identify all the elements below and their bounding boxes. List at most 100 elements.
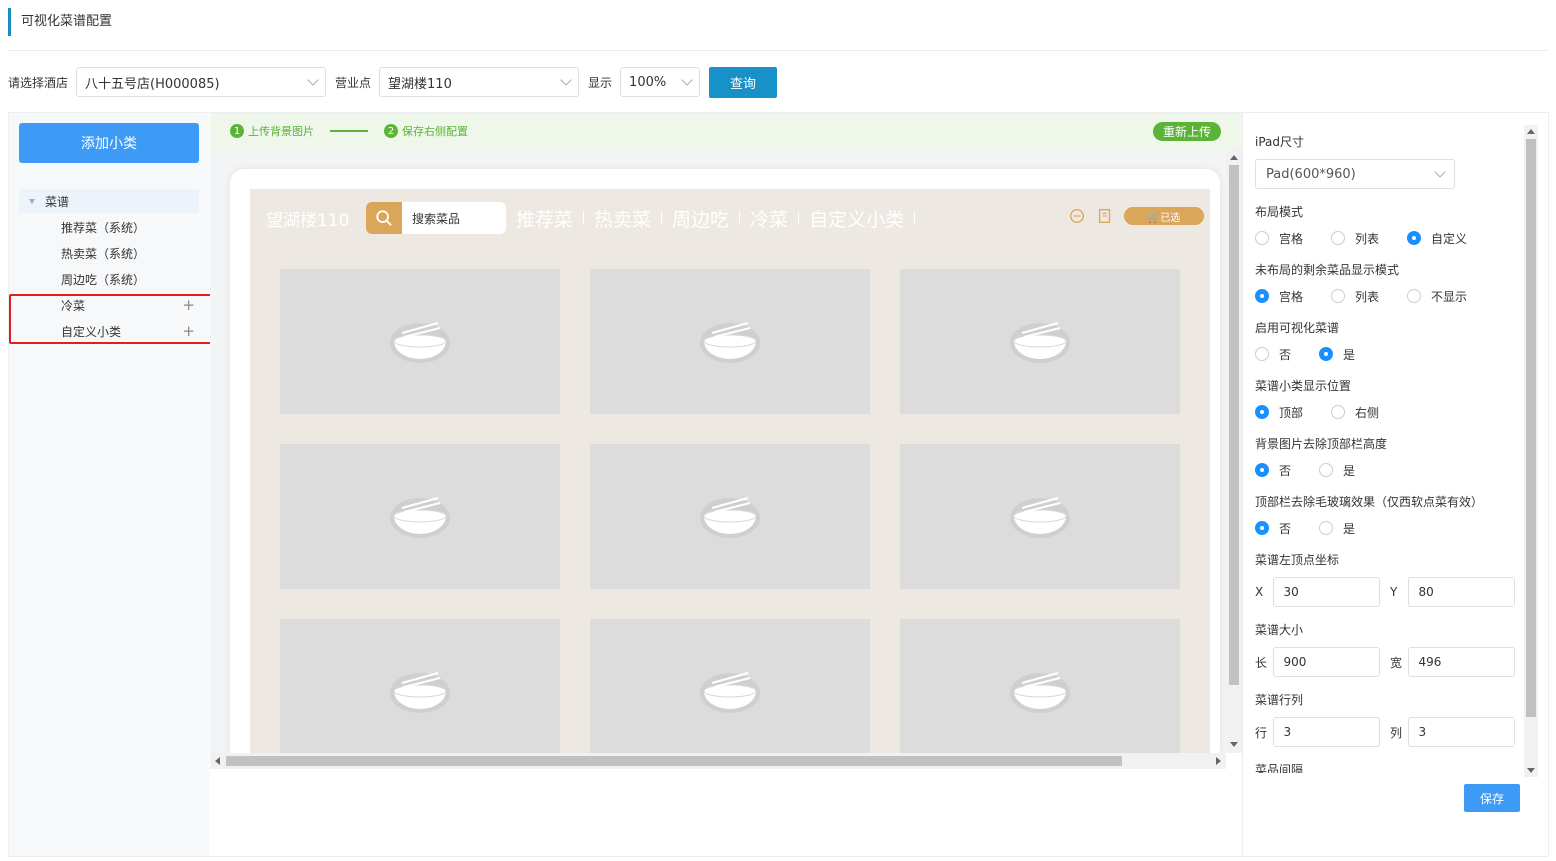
radio-dot[interactable] <box>1319 463 1334 477</box>
radio-no[interactable]: 否 <box>1255 346 1291 363</box>
radio-dot[interactable] <box>1319 521 1334 535</box>
dish-tile[interactable] <box>590 444 870 589</box>
main-frame: 添加小类 菜谱 推荐菜（系统） 热卖菜（系统） 周边吃（系统） 冷菜 + 自定义… <box>8 112 1549 857</box>
dish-tile[interactable] <box>590 269 870 414</box>
radio-yes[interactable]: 是 <box>1319 346 1355 363</box>
row-input[interactable]: 3 <box>1272 717 1380 747</box>
preview-category: 自定义小类 <box>809 208 905 231</box>
ipad-frame: 望湖楼110 搜索菜品 推荐菜 热卖菜 周边吃 冷菜 自定义小类 🛒已选 <box>230 169 1220 753</box>
radio-dot[interactable] <box>1407 231 1422 245</box>
step-label: 上传背景图片 <box>248 125 314 138</box>
bowl-icon <box>700 321 760 363</box>
radio-dot[interactable] <box>1319 347 1334 361</box>
radio-list[interactable]: 列表 <box>1331 230 1379 247</box>
radio-dot[interactable] <box>1255 463 1269 477</box>
scroll-down-arrow[interactable] <box>1527 768 1535 773</box>
radio-grid[interactable]: 宫格 <box>1255 288 1303 305</box>
preview-store-name: 望湖楼110 <box>266 210 350 231</box>
category-separator <box>914 212 916 224</box>
radio-dot[interactable] <box>1255 347 1269 361</box>
radio-dot[interactable] <box>1255 521 1269 535</box>
horizontal-scroll-thumb[interactable] <box>226 756 1122 766</box>
reupload-button[interactable]: 重新上传 <box>1152 122 1221 141</box>
radio-dot[interactable] <box>1255 405 1269 419</box>
config-scroll-thumb[interactable] <box>1526 139 1536 717</box>
preview-categories: 推荐菜 热卖菜 周边吃 冷菜 自定义小类 <box>516 205 925 232</box>
radio-no[interactable]: 否 <box>1255 462 1291 479</box>
save-button[interactable]: 保存 <box>1464 784 1520 812</box>
steps-bar: 1 上传背景图片 2 保存右侧配置 重新上传 <box>210 113 1242 149</box>
radio-dot[interactable] <box>1331 289 1346 303</box>
add-subcategory-button[interactable]: 添加小类 <box>19 123 199 163</box>
radio-yes[interactable]: 是 <box>1319 462 1355 479</box>
radio-label: 是 <box>1343 463 1356 478</box>
remaining-mode-radios: 宫格 列表 不显示 <box>1255 287 1525 305</box>
tree-item-recommended[interactable]: 推荐菜（系统） <box>19 215 199 239</box>
length-input[interactable]: 900 <box>1272 647 1380 677</box>
scroll-down-arrow[interactable] <box>1230 742 1238 747</box>
width-input[interactable]: 496 <box>1407 647 1515 677</box>
hotel-select[interactable]: 八十五号店(H000085) <box>76 67 327 97</box>
step-number: 2 <box>384 124 398 138</box>
radio-label: 列表 <box>1355 289 1380 304</box>
order-list-icon <box>1098 209 1111 223</box>
header-divider <box>8 50 1548 51</box>
dish-tile[interactable] <box>900 619 1180 753</box>
radio-dot[interactable] <box>1331 405 1346 419</box>
x-input[interactable]: 30 <box>1272 577 1380 607</box>
col-input[interactable]: 3 <box>1407 717 1515 747</box>
radio-dot[interactable] <box>1407 289 1422 303</box>
scroll-up-arrow[interactable] <box>1230 155 1238 160</box>
row-label: 行 <box>1255 725 1268 740</box>
highlight-box <box>9 294 212 344</box>
radio-yes[interactable]: 是 <box>1319 520 1355 537</box>
dish-tile[interactable] <box>280 444 560 589</box>
caret-down-icon[interactable] <box>29 198 35 204</box>
enable-visual-label: 启用可视化菜谱 <box>1255 321 1340 335</box>
scroll-up-arrow[interactable] <box>1527 129 1535 134</box>
radio-label: 否 <box>1279 521 1292 536</box>
preview-category: 冷菜 <box>750 208 789 231</box>
radio-no[interactable]: 否 <box>1255 520 1291 537</box>
step-number: 1 <box>230 124 244 138</box>
radio-grid[interactable]: 宫格 <box>1255 230 1303 247</box>
radio-hide[interactable]: 不显示 <box>1407 288 1467 305</box>
preview-top-bar: 望湖楼110 搜索菜品 推荐菜 热卖菜 周边吃 冷菜 自定义小类 🛒已选 <box>250 201 1210 235</box>
query-button[interactable]: 查询 <box>709 66 778 98</box>
dish-tile[interactable] <box>900 444 1180 589</box>
radio-dot[interactable] <box>1255 231 1269 245</box>
radio-custom[interactable]: 自定义 <box>1407 230 1467 247</box>
dish-tile[interactable] <box>590 619 870 753</box>
display-select[interactable]: 100% <box>620 67 701 97</box>
horizontal-scrollbar[interactable] <box>210 753 1226 769</box>
spacing-label: 菜品间隔 <box>1255 763 1304 773</box>
radio-dot[interactable] <box>1331 231 1346 245</box>
page-title: 可视化菜谱配置 <box>8 8 112 36</box>
search-icon <box>366 202 402 234</box>
tree-item-nearby[interactable]: 周边吃（系统） <box>19 267 199 291</box>
tree-item-hot[interactable]: 热卖菜（系统） <box>19 241 199 265</box>
radio-dot[interactable] <box>1255 289 1269 303</box>
vertical-scroll-thumb[interactable] <box>1229 165 1239 685</box>
step-save: 2 保存右侧配置 <box>384 123 468 139</box>
tree-root[interactable]: 菜谱 <box>19 189 199 213</box>
category-separator <box>798 212 800 224</box>
outlet-select[interactable]: 望湖楼110 <box>379 67 580 97</box>
dish-tile[interactable] <box>280 619 560 753</box>
ipad-size-select[interactable]: Pad(600*960) <box>1255 159 1455 189</box>
config-scrollbar[interactable] <box>1524 125 1538 777</box>
ipad-size-value: Pad(600*960) <box>1266 166 1356 182</box>
category-separator <box>583 212 585 224</box>
radio-right[interactable]: 右侧 <box>1331 404 1379 421</box>
scroll-right-arrow[interactable] <box>1216 757 1221 765</box>
radio-list[interactable]: 列表 <box>1331 288 1379 305</box>
radio-label: 否 <box>1279 347 1292 362</box>
category-separator <box>739 212 741 224</box>
scroll-left-arrow[interactable] <box>215 757 220 765</box>
bowl-icon <box>1010 496 1070 538</box>
y-input[interactable]: 80 <box>1407 577 1515 607</box>
radio-top[interactable]: 顶部 <box>1255 404 1303 421</box>
vertical-scrollbar[interactable] <box>1226 149 1242 753</box>
dish-tile[interactable] <box>900 269 1180 414</box>
dish-tile[interactable] <box>280 269 560 414</box>
